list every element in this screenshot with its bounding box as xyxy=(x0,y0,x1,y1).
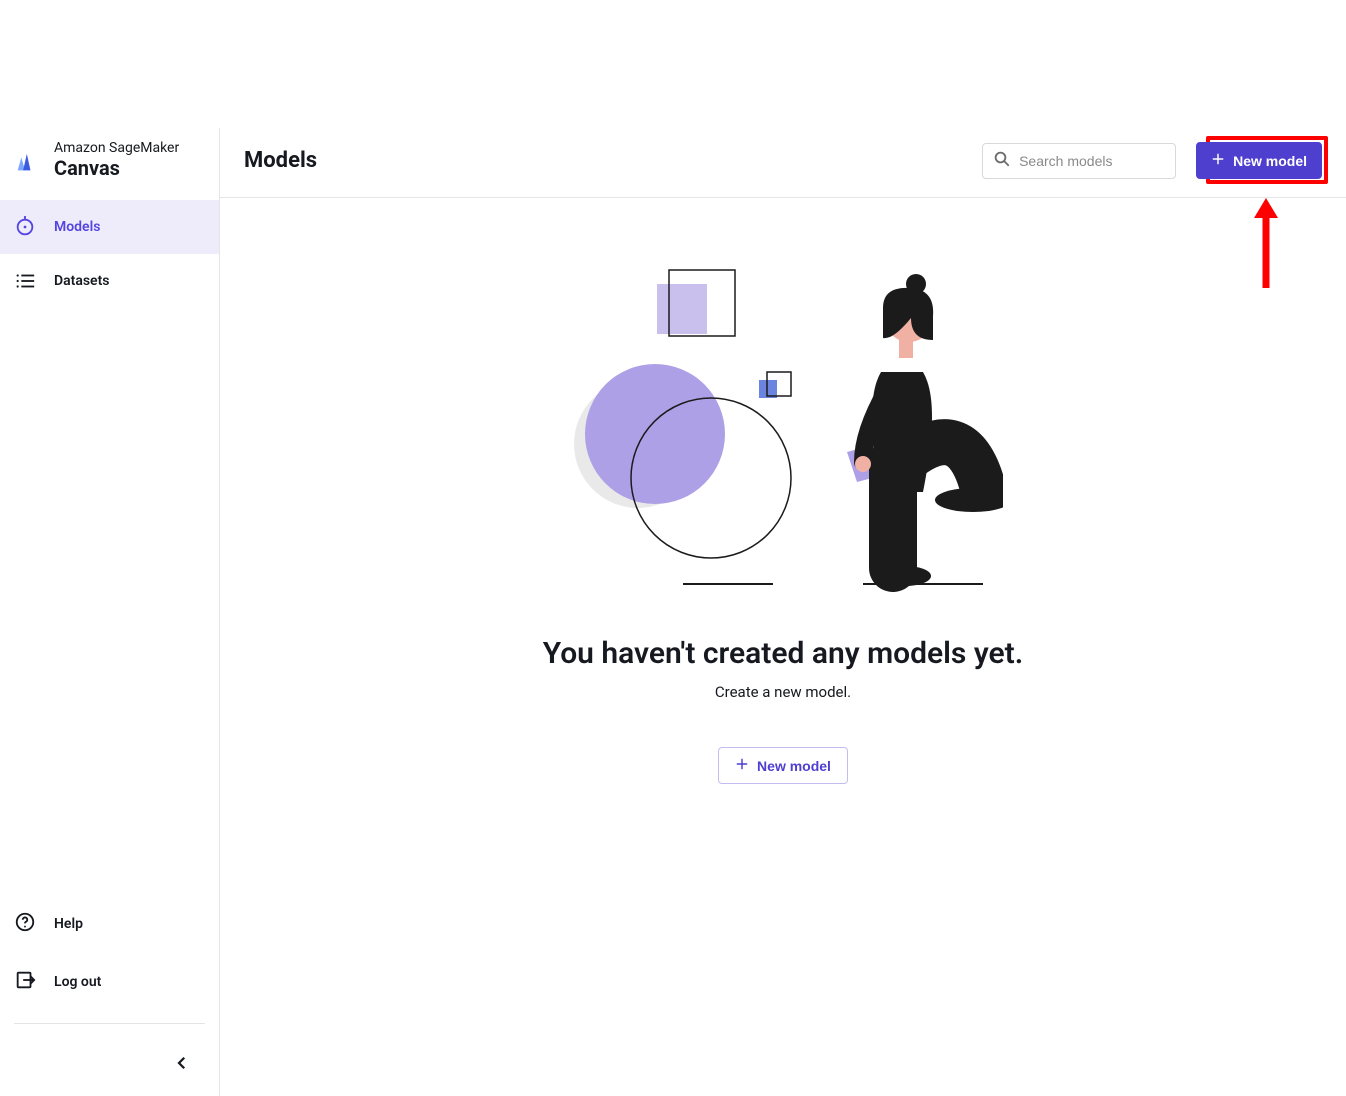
plus-icon xyxy=(735,757,749,774)
target-bolt-icon xyxy=(14,216,36,238)
empty-state: You haven't created any models yet. Crea… xyxy=(220,198,1346,1096)
divider xyxy=(14,1023,205,1024)
chevron-left-icon xyxy=(173,1054,191,1072)
sidebar-top: Amazon SageMaker Canvas Models xyxy=(0,128,219,308)
main-area: Models xyxy=(220,128,1346,1096)
empty-new-model-button[interactable]: New model xyxy=(718,747,848,784)
brand-block: Amazon SageMaker Canvas xyxy=(0,128,219,200)
sidebar-item-label: Log out xyxy=(54,974,101,990)
search-input[interactable] xyxy=(1019,153,1165,169)
search-icon xyxy=(993,150,1011,172)
new-model-button-label: New model xyxy=(1233,153,1307,169)
nav-list: Models Datasets xyxy=(0,200,219,308)
sidebar-item-help[interactable]: Help xyxy=(0,895,219,953)
list-icon xyxy=(14,270,36,292)
sidebar-bottom: Help Log out xyxy=(0,895,219,1096)
topbar-right: New model xyxy=(982,142,1322,179)
sidebar-item-label: Models xyxy=(54,219,100,235)
empty-illustration xyxy=(563,262,1003,602)
sidebar-item-label: Datasets xyxy=(54,273,110,289)
sidebar-item-models[interactable]: Models xyxy=(0,200,219,254)
collapse-row xyxy=(0,1036,219,1076)
brand-title: Canvas xyxy=(54,156,203,180)
topbar: Models xyxy=(220,128,1346,198)
search-wrapper[interactable] xyxy=(982,143,1176,179)
logout-icon xyxy=(14,969,36,995)
brand-subtitle: Amazon SageMaker xyxy=(54,140,203,156)
sidebar-item-label: Help xyxy=(54,916,83,932)
new-model-button[interactable]: New model xyxy=(1196,142,1322,179)
sidebar-item-datasets[interactable]: Datasets xyxy=(0,254,219,308)
empty-new-model-button-label: New model xyxy=(757,758,831,774)
sidebar: Amazon SageMaker Canvas Models xyxy=(0,128,220,1096)
sidebar-item-logout[interactable]: Log out xyxy=(0,953,219,1011)
help-icon xyxy=(14,911,36,937)
brand-logo-icon xyxy=(14,152,36,174)
empty-state-title: You haven't created any models yet. xyxy=(543,636,1024,671)
empty-state-subtitle: Create a new model. xyxy=(715,683,851,701)
collapse-sidebar-button[interactable] xyxy=(173,1054,191,1076)
plus-icon xyxy=(1211,152,1225,169)
page-title: Models xyxy=(244,148,317,173)
app-root: Amazon SageMaker Canvas Models xyxy=(0,0,1346,1096)
